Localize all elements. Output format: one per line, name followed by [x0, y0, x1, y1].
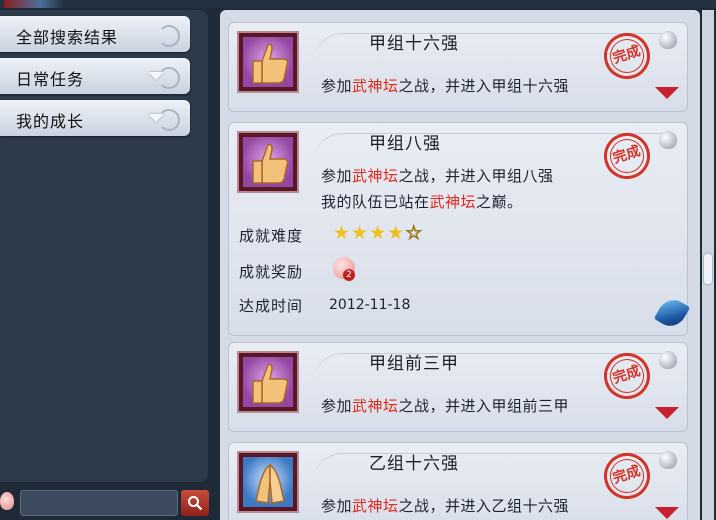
star-icon: ★	[351, 222, 370, 244]
top-strip	[0, 0, 716, 8]
search-icon	[188, 496, 203, 511]
achievement-desc-2: 我的队伍已站在武神坛之巅。	[321, 191, 523, 212]
achievement-title: 甲组十六强	[369, 34, 459, 54]
desc-text: 参加	[321, 77, 353, 95]
swirl-ornament-icon	[158, 25, 180, 47]
window-ornament	[4, 0, 64, 8]
sidebar-item-label: 我的成长	[16, 112, 85, 131]
expand-arrow-icon[interactable]	[655, 407, 679, 419]
star-icon: ★	[333, 222, 352, 244]
feather-icon[interactable]	[653, 294, 691, 332]
search-button[interactable]	[181, 490, 209, 516]
achievement-card[interactable]: 乙组十六强 参加武神坛之战，并进入乙组十六强 完成	[228, 442, 688, 520]
sidebar: 全部搜索结果 日常任务 我的成长	[0, 10, 208, 482]
desc-text: 之战，并进入甲组十六强	[398, 77, 570, 95]
desc-highlight: 武神坛	[352, 167, 399, 185]
date-value: 2012-11-18	[329, 297, 411, 313]
achievement-desc: 参加武神坛之战，并进入甲组前三甲	[321, 395, 569, 416]
sidebar-item-all-results[interactable]: 全部搜索结果	[0, 16, 190, 52]
peach-icon	[659, 31, 677, 49]
sidebar-item-label: 全部搜索结果	[16, 28, 119, 47]
swirl-ornament-icon	[158, 109, 180, 131]
desc-highlight: 武神坛	[352, 77, 399, 95]
difficulty-stars: ★★★★☆	[333, 222, 424, 245]
achievement-badge	[237, 31, 299, 93]
swirl-ornament-icon	[158, 67, 180, 89]
sidebar-item-my-growth[interactable]: 我的成长	[0, 100, 190, 136]
achievement-list[interactable]: 甲组十六强 参加武神坛之战，并进入甲组十六强 完成 甲组八强 参加武神坛之战，并…	[220, 10, 700, 520]
sidebar-item-label: 日常任务	[16, 70, 85, 89]
praying-hands-icon	[255, 463, 285, 504]
achievement-desc: 参加武神坛之战，并进入乙组十六强	[321, 495, 569, 516]
desc-text: 参加	[321, 167, 353, 185]
desc-text: 我的队伍已站在	[321, 193, 430, 211]
desc-text: 之战，并进入甲组前三甲	[398, 397, 570, 415]
date-label: 达成时间	[239, 297, 304, 315]
thumbs-up-icon	[252, 363, 289, 404]
thumbs-up-icon	[252, 43, 289, 84]
reward-count-badge: 2	[343, 269, 355, 281]
achievement-badge	[237, 451, 299, 513]
desc-text: 之战，并进入甲组八强	[398, 167, 554, 185]
desc-text: 参加	[321, 397, 353, 415]
sidebar-item-daily-tasks[interactable]: 日常任务	[0, 58, 190, 94]
search-input[interactable]	[20, 490, 178, 516]
star-icon: ★	[387, 222, 406, 244]
thumbs-up-icon	[252, 143, 289, 184]
desc-highlight: 武神坛	[352, 397, 399, 415]
desc-text: 之战，并进入乙组十六强	[398, 497, 570, 515]
achievement-card[interactable]: 甲组十六强 参加武神坛之战，并进入甲组十六强 完成	[228, 22, 688, 112]
achievement-card[interactable]: 甲组前三甲 参加武神坛之战，并进入甲组前三甲 完成	[228, 342, 688, 432]
achievement-title: 甲组前三甲	[369, 354, 459, 374]
reward-label: 成就奖励	[239, 263, 304, 281]
achievement-title: 乙组十六强	[369, 454, 459, 474]
achievement-card-expanded[interactable]: 甲组八强 参加武神坛之战，并进入甲组八强 我的队伍已站在武神坛之巅。 完成 成就…	[228, 122, 691, 336]
desc-text: 参加	[321, 497, 353, 515]
scrollbar-thumb[interactable]	[704, 254, 712, 284]
star-icon: ★	[369, 222, 388, 244]
achievement-desc: 参加武神坛之战，并进入甲组十六强	[321, 75, 569, 96]
achievement-badge	[237, 131, 299, 193]
difficulty-label: 成就难度	[239, 227, 304, 245]
expand-arrow-icon[interactable]	[655, 507, 679, 519]
desc-highlight: 武神坛	[352, 497, 399, 515]
expand-arrow-icon[interactable]	[655, 87, 679, 99]
desc-highlight: 武神坛	[429, 193, 477, 211]
peach-icon	[0, 492, 14, 510]
peach-icon	[659, 351, 677, 369]
achievement-title: 甲组八强	[369, 134, 441, 154]
achievement-desc: 参加武神坛之战，并进入甲组八强	[321, 165, 554, 186]
peach-icon	[659, 131, 677, 149]
peach-icon	[659, 451, 677, 469]
achievement-badge	[237, 351, 299, 413]
star-empty-icon: ☆	[405, 222, 424, 245]
desc-text: 之巅。	[476, 193, 523, 211]
